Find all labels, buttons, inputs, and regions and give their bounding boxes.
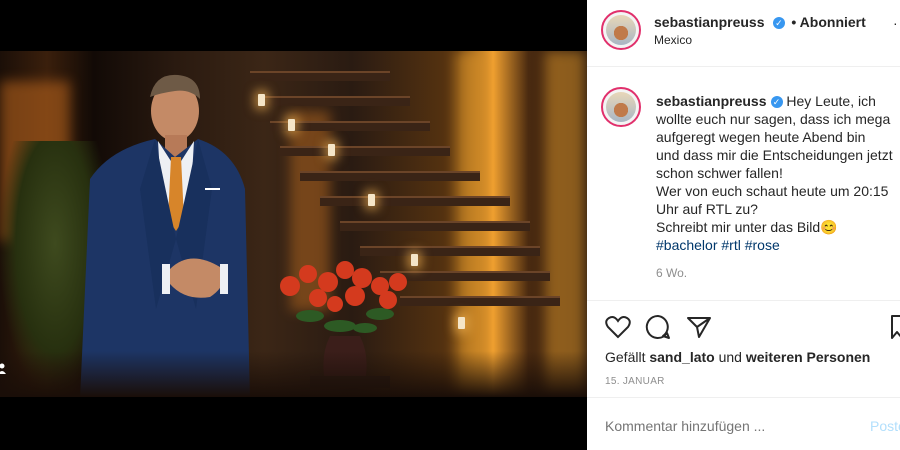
heart-icon[interactable]	[605, 315, 631, 339]
hashtag-rtl[interactable]: #rtl	[721, 237, 740, 253]
caption-age[interactable]: 6 Wo.	[656, 264, 896, 282]
caption-line-7: Uhr auf RTL zu?	[656, 201, 758, 217]
comment-input[interactable]	[603, 414, 847, 438]
comment-icon[interactable]	[645, 314, 671, 340]
follow-status[interactable]: • Abonniert	[791, 14, 865, 30]
comment-divider	[587, 397, 900, 398]
post-info-panel: sebastianpreuss ✓ • Abonniert Mexico · s…	[587, 0, 900, 450]
caption-line-3: aufgeregt wegen heute Abend bin	[656, 129, 866, 145]
hashtag-rose[interactable]: #rose	[745, 237, 780, 253]
likes-user[interactable]: sand_lato	[649, 349, 714, 365]
caption-username[interactable]: sebastianpreuss	[656, 93, 767, 109]
header-divider	[587, 66, 900, 67]
verified-icon: ✓	[772, 17, 785, 29]
actions-divider	[587, 300, 900, 301]
tagged-users-icon[interactable]	[0, 362, 8, 376]
smile-emoji-icon: 😊	[820, 219, 838, 235]
post-photo[interactable]	[0, 51, 587, 397]
share-icon[interactable]	[686, 315, 712, 339]
post-date[interactable]: 15. JANUAR	[605, 376, 665, 387]
caption-avatar[interactable]	[601, 87, 641, 127]
bookmark-icon[interactable]	[890, 314, 900, 340]
hashtag-bachelor[interactable]: #bachelor	[656, 237, 718, 253]
caption-verified-icon: ✓	[770, 96, 783, 108]
likes-mid: und	[718, 349, 742, 365]
caption-line-1: Hey Leute, ich	[786, 93, 876, 109]
post-comment-button[interactable]: Posten	[870, 418, 900, 434]
likes-others[interactable]: weiteren Personen	[746, 349, 871, 365]
likes-line: Gefällt sand_lato und weiteren Personen	[605, 348, 870, 366]
header-location[interactable]: Mexico	[654, 33, 692, 47]
caption-line-5: schon schwer fallen!	[656, 165, 783, 181]
caption: sebastianpreuss ✓ Hey Leute, ich wollte e…	[656, 92, 896, 282]
more-icon[interactable]: ·	[893, 16, 898, 32]
caption-line-2: wollte euch nur sagen, dass ich mega	[656, 111, 891, 127]
header-username[interactable]: sebastianpreuss	[654, 14, 765, 30]
post-media[interactable]	[0, 0, 587, 450]
caption-line-8: Schreibt mir unter das Bild	[656, 219, 821, 235]
likes-prefix: Gefällt	[605, 349, 646, 365]
caption-line-4: und dass mir die Entscheidungen jetzt	[656, 147, 893, 163]
caption-line-6: Wer von euch schaut heute um 20:15	[656, 183, 889, 199]
header-avatar[interactable]	[601, 10, 641, 50]
